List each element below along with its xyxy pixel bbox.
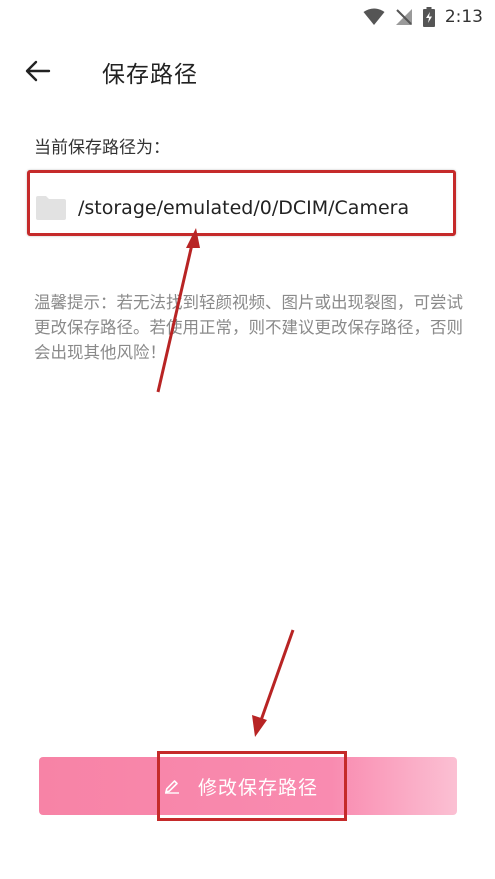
- annotation-arrow-button: [252, 629, 295, 737]
- edit-icon: [165, 780, 179, 794]
- annotation-arrow-path: [156, 228, 200, 393]
- annotation-arrows: [156, 228, 295, 737]
- modify-path-button-content[interactable]: 修改保存路径: [160, 757, 318, 815]
- modify-path-button-label: 修改保存路径: [198, 776, 319, 799]
